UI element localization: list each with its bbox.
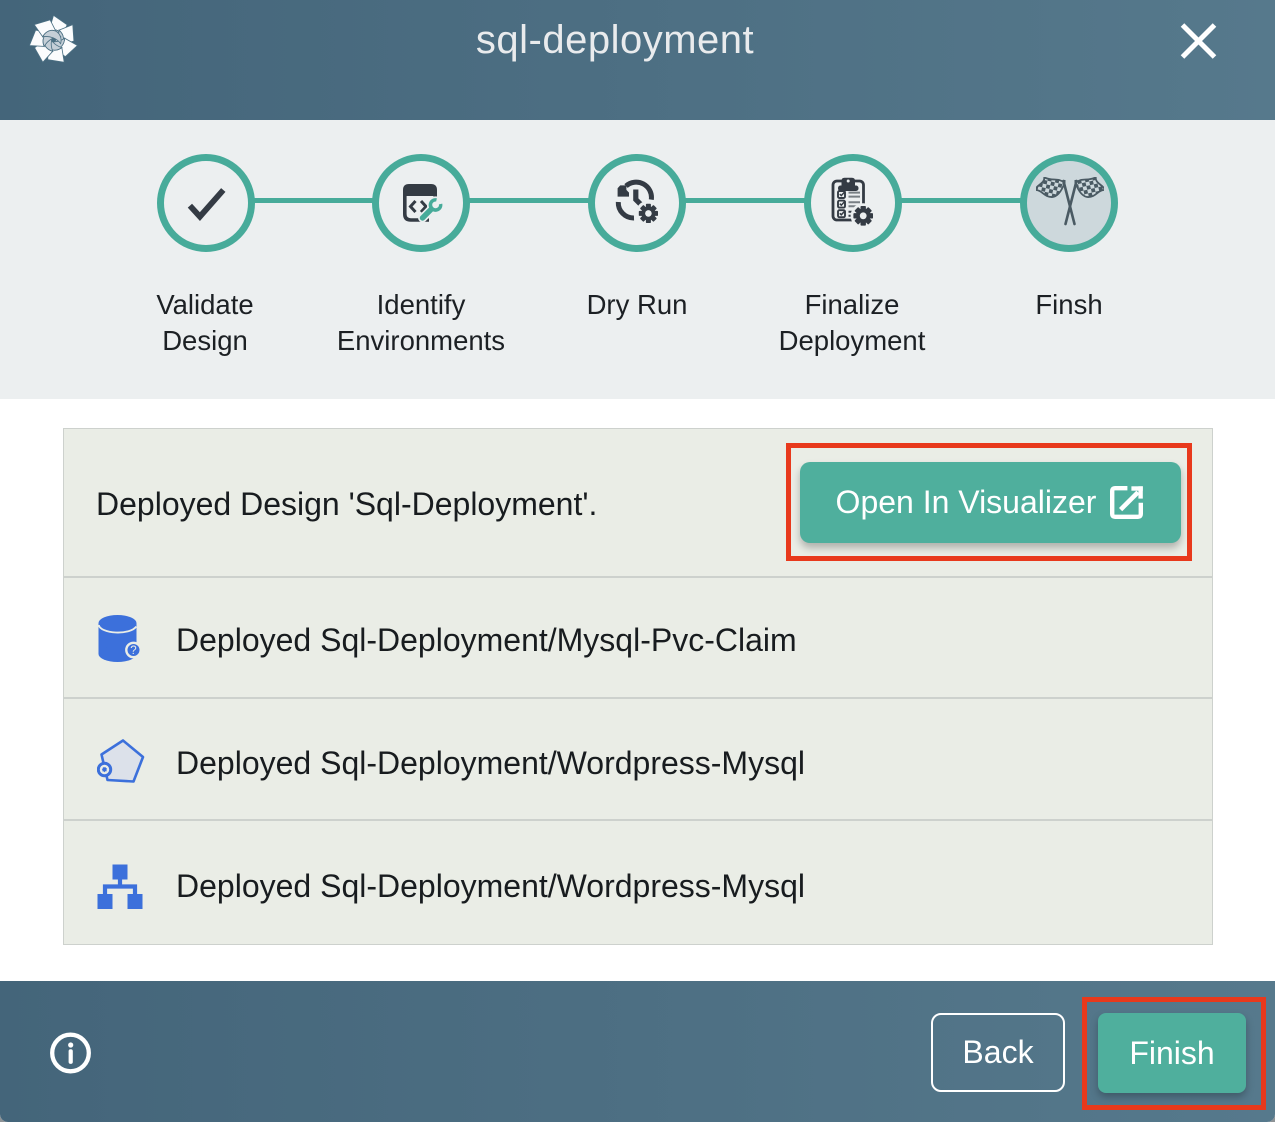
svg-text:?: ? — [130, 645, 136, 657]
